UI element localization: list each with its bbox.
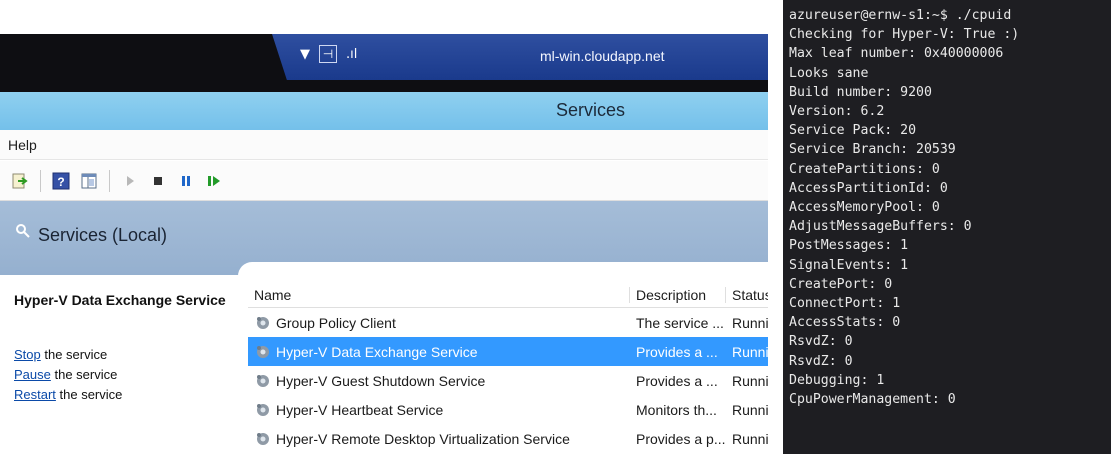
terminal-line: AdjustMessageBuffers: 0 xyxy=(789,219,972,235)
services-list: Name Description Status Group Policy Cli… xyxy=(248,282,768,454)
toolbar-separator xyxy=(109,169,110,192)
export-list-icon[interactable] xyxy=(10,171,30,191)
selected-service-name: Hyper-V Data Exchange Service xyxy=(14,292,226,308)
table-header: Name Description Status xyxy=(248,282,768,308)
toolbar-separator xyxy=(40,169,41,192)
terminal-line: CreatePort: 0 xyxy=(789,276,893,292)
services-window: ▼ ⊣ .ıl ml-win.cloudapp.net Services Hel… xyxy=(0,0,768,454)
gear-icon xyxy=(257,316,269,329)
terminal-line: PostMessages: 1 xyxy=(789,238,909,254)
resume-icon[interactable] xyxy=(204,171,224,191)
table-row[interactable]: Hyper-V Remote Desktop Virtualization Se… xyxy=(248,424,768,453)
service-description: Provides a ... xyxy=(636,343,718,360)
terminal-line: Service Branch: 20539 xyxy=(789,142,956,158)
service-name: Hyper-V Heartbeat Service xyxy=(276,401,444,418)
service-name: Group Policy Client xyxy=(276,314,396,331)
rdp-host-name: ml-win.cloudapp.net xyxy=(540,48,665,64)
terminal-line: Max leaf number: 0x40000006 xyxy=(789,46,1004,62)
column-header-name[interactable]: Name xyxy=(248,286,630,303)
service-name-cell: Hyper-V Data Exchange Service xyxy=(248,343,630,361)
service-description: Provides a p... xyxy=(636,430,726,447)
terminal-line: Checking for Hyper-V: True :) xyxy=(789,27,1020,43)
table-row[interactable]: Hyper-V Heartbeat Service Monitors th...… xyxy=(248,395,768,424)
window-title: Services xyxy=(556,100,626,120)
terminal-line: Version: 6.2 xyxy=(789,104,885,120)
terminal-line: Build number: 9200 xyxy=(789,84,932,100)
terminal-line: AccessPartitionId: 0 xyxy=(789,180,948,196)
service-description: Provides a ... xyxy=(636,372,718,389)
svg-text:?: ? xyxy=(57,175,64,189)
menu-bar: Help xyxy=(0,130,768,160)
service-status: Runni xyxy=(732,401,768,418)
menu-help[interactable]: Help xyxy=(8,137,37,153)
scope-title: Services (Local) xyxy=(38,225,168,245)
list-panel-corner xyxy=(238,262,768,282)
terminal-line: SignalEvents: 1 xyxy=(789,257,909,273)
terminal-output[interactable]: azureuser@ernw-s1:~$ ./cpuid Checking fo… xyxy=(783,0,1111,454)
stop-service-link[interactable]: Stop xyxy=(14,347,41,362)
gear-icon xyxy=(257,432,269,445)
terminal-line: Service Pack: 20 xyxy=(789,123,917,139)
table-row[interactable]: Hyper-V Guest Shutdown Service Provides … xyxy=(248,366,768,395)
service-name-cell: Hyper-V Remote Desktop Virtualization Se… xyxy=(248,430,630,448)
service-description: The service ... xyxy=(636,314,724,331)
pause-action: Pause the service xyxy=(14,365,122,385)
table-row[interactable]: Group Policy Client The service ... Runn… xyxy=(248,308,768,337)
gear-icon xyxy=(257,403,269,416)
restart-action-suffix: the service xyxy=(55,387,123,402)
terminal-line: AccessMemoryPool: 0 xyxy=(789,200,940,216)
show-hide-pane-icon[interactable] xyxy=(79,171,99,191)
service-name-cell: Hyper-V Heartbeat Service xyxy=(248,401,630,419)
terminal-line: azureuser@ernw-s1:~$ ./cpuid xyxy=(789,8,1012,23)
column-header-status[interactable]: Status xyxy=(726,287,768,303)
terminal-line: ConnectPort: 1 xyxy=(789,296,901,312)
service-status: Runni xyxy=(732,430,768,447)
restart-action: Restart the service xyxy=(14,385,122,405)
pause-icon[interactable] xyxy=(176,171,196,191)
stop-action: Stop the service xyxy=(14,345,122,365)
stop-action-suffix: the service xyxy=(40,347,108,362)
remote-desktop-connection-tab: ▼ ⊣ .ıl ml-win.cloudapp.net xyxy=(272,34,768,80)
service-actions: Stop the service Pause the service Resta… xyxy=(14,345,122,405)
terminal-line: CreatePartitions: 0 xyxy=(789,161,940,177)
terminal-line: Debugging: 1 xyxy=(789,372,885,388)
service-name: Hyper-V Guest Shutdown Service xyxy=(276,372,486,389)
terminal-line: RsvdZ: 0 xyxy=(789,353,853,369)
toolbar: ? xyxy=(0,161,768,201)
terminal-line: CpuPowerManagement: 0 xyxy=(789,392,956,408)
service-name-cell: Group Policy Client xyxy=(248,314,630,332)
pause-action-suffix: the service xyxy=(50,367,118,382)
chevron-down-icon[interactable]: ▼ xyxy=(300,47,310,62)
start-icon[interactable] xyxy=(120,171,140,191)
service-status: Runni xyxy=(732,343,768,360)
terminal-line: AccessStats: 0 xyxy=(789,315,901,331)
search-icon xyxy=(16,224,30,238)
pause-service-link[interactable]: Pause xyxy=(14,367,51,382)
pin-icon[interactable]: ⊣ xyxy=(319,45,337,63)
service-name: Hyper-V Remote Desktop Virtualization Se… xyxy=(276,430,570,447)
signal-icon: .ıl xyxy=(346,46,358,62)
service-status: Runni xyxy=(732,372,768,389)
service-name-cell: Hyper-V Guest Shutdown Service xyxy=(248,372,630,390)
help-icon[interactable]: ? xyxy=(51,171,71,191)
service-description: Monitors th... xyxy=(636,401,717,418)
table-row[interactable]: Hyper-V Data Exchange Service Provides a… xyxy=(248,337,768,366)
window-title-bar: Services xyxy=(0,92,768,130)
service-status: Runni xyxy=(732,314,768,331)
stop-icon[interactable] xyxy=(148,171,168,191)
rdp-controls: ▼ ⊣ .ıl xyxy=(300,45,357,63)
column-header-description[interactable]: Description xyxy=(630,286,726,303)
gear-icon xyxy=(257,374,269,387)
gear-icon xyxy=(257,345,269,358)
restart-service-link[interactable]: Restart xyxy=(14,387,56,402)
terminal-line: RsvdZ: 0 xyxy=(789,334,853,350)
terminal-line: Looks sane xyxy=(789,65,869,81)
service-name: Hyper-V Data Exchange Service xyxy=(276,343,478,360)
service-details-pane: Hyper-V Data Exchange Service Stop the s… xyxy=(0,275,238,454)
